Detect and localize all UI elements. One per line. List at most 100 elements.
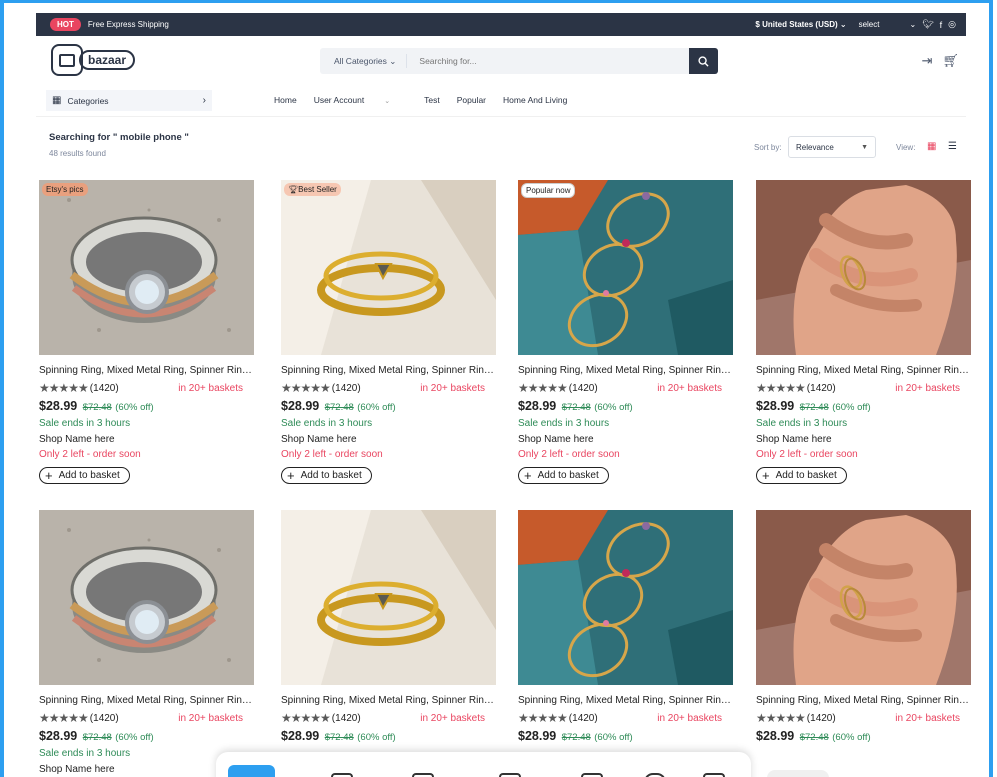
review-count: (1420)	[806, 382, 836, 394]
discount: (60% off)	[594, 402, 633, 413]
logo-text: bazaar	[79, 50, 136, 70]
search-button[interactable]	[689, 48, 718, 74]
nav-home-and-living[interactable]: Home And Living	[503, 95, 567, 105]
add-to-basket-button[interactable]: + Add to basket	[756, 467, 847, 484]
shop-name[interactable]: Shop Name here	[39, 434, 257, 449]
dock-icon[interactable]	[499, 773, 521, 777]
top-bar: HOT Free Express Shipping $ United State…	[36, 13, 966, 36]
product-card[interactable]: 🏆︎Best Seller Spinning Ring, Mixed Metal …	[281, 180, 499, 485]
page: HOT Free Express Shipping $ United State…	[19, 10, 989, 777]
star-rating: ★★★★★	[39, 711, 89, 725]
product-image[interactable]: Etsy's pics	[39, 180, 254, 355]
product-card[interactable]: Spinning Ring, Mixed Metal Ring, Spinner…	[756, 510, 974, 747]
dock-icon[interactable]	[581, 773, 603, 777]
old-price: $72.48	[561, 732, 591, 743]
add-to-basket-button[interactable]: + Add to basket	[281, 467, 372, 484]
logo-icon	[51, 44, 83, 76]
nav-links: Home User Account ⌄ Test Popular Home And…	[274, 95, 584, 105]
product-image[interactable]: Popular now	[518, 180, 733, 355]
product-title[interactable]: Spinning Ring, Mixed Metal Ring, Spinner…	[39, 363, 255, 379]
product-card[interactable]: Popular now Spinning Ring, Mixed Metal Ri…	[518, 180, 736, 485]
nav-test[interactable]: Test	[424, 95, 440, 105]
price-row: $28.99 $72.48 (60% off)	[39, 729, 257, 747]
add-to-basket-button[interactable]: + Add to basket	[518, 467, 609, 484]
grid-view-icon[interactable]: ▦	[927, 141, 936, 152]
price-row: $28.99 $72.48 (60% off)	[518, 399, 736, 417]
search-input[interactable]	[417, 55, 689, 67]
product-image[interactable]	[756, 510, 971, 685]
product-title[interactable]: Spinning Ring, Mixed Metal Ring, Spinner…	[518, 693, 734, 709]
baskets-count: in 20+ baskets	[657, 382, 722, 394]
product-title[interactable]: Spinning Ring, Mixed Metal Ring, Spinner…	[756, 363, 972, 379]
list-view-icon[interactable]: ☰	[948, 141, 957, 152]
nav-home[interactable]: Home	[274, 95, 297, 105]
product-card[interactable]: Spinning Ring, Mixed Metal Ring, Spinner…	[756, 180, 974, 485]
product-image[interactable]	[756, 180, 971, 355]
currency-selector[interactable]: $ United States (USD) ⌄	[755, 20, 846, 29]
old-price: $72.48	[324, 732, 354, 743]
price-row: $28.99 $72.48 (60% off)	[281, 399, 499, 417]
nav-popular[interactable]: Popular	[457, 95, 486, 105]
language-select[interactable]: select	[859, 20, 880, 29]
old-price: $72.48	[799, 402, 829, 413]
dock-icon[interactable]	[331, 773, 353, 777]
sale-ends: Sale ends in 3 hours	[518, 418, 610, 429]
award-icon: 🏆︎	[288, 185, 299, 194]
review-count: (1420)	[568, 382, 598, 394]
nav-user-account[interactable]: User Account ⌄	[314, 95, 407, 105]
logo[interactable]: bazaar	[51, 44, 136, 76]
product-card[interactable]: Spinning Ring, Mixed Metal Ring, Spinner…	[518, 510, 736, 747]
sort-select[interactable]: Relevance ▼	[788, 136, 876, 158]
dock-icon[interactable]	[412, 773, 434, 777]
price: $28.99	[518, 729, 557, 743]
discount: (60% off)	[115, 732, 154, 743]
search-bar: All Categories ⌄	[320, 48, 718, 74]
product-badge: Etsy's pics	[42, 183, 88, 196]
discount: (60% off)	[832, 402, 871, 413]
price: $28.99	[756, 399, 795, 413]
product-title[interactable]: Spinning Ring, Mixed Metal Ring, Spinner…	[518, 363, 734, 379]
plus-icon: +	[287, 468, 295, 483]
dock-icon[interactable]	[703, 773, 725, 777]
add-to-basket-label: Add to basket	[537, 470, 599, 481]
product-image[interactable]	[281, 510, 496, 685]
discount: (60% off)	[832, 732, 871, 743]
twitter-icon[interactable]: 🐦︎	[922, 19, 933, 30]
product-image[interactable]	[39, 510, 254, 685]
facebook-icon[interactable]: f	[940, 20, 943, 30]
discount: (60% off)	[357, 402, 396, 413]
shipping-text: Free Express Shipping	[87, 20, 169, 29]
badge-label: Popular now	[526, 186, 571, 195]
product-card[interactable]: Spinning Ring, Mixed Metal Ring, Spinner…	[39, 510, 257, 777]
product-title[interactable]: Spinning Ring, Mixed Metal Ring, Spinner…	[281, 693, 497, 709]
grid-icon: ▦	[52, 95, 62, 106]
search-category-select[interactable]: All Categories ⌄	[320, 54, 408, 68]
product-card[interactable]: Spinning Ring, Mixed Metal Ring, Spinner…	[281, 510, 499, 747]
sort-value: Relevance	[796, 142, 834, 152]
instagram-icon[interactable]: ◎	[948, 19, 956, 30]
baskets-count: in 20+ baskets	[895, 712, 960, 724]
product-image[interactable]	[518, 510, 733, 685]
product-title[interactable]: Spinning Ring, Mixed Metal Ring, Spinner…	[756, 693, 972, 709]
price-row: $28.99 $72.48 (60% off)	[518, 729, 736, 747]
dock-active-icon[interactable]	[228, 765, 275, 777]
price-row: $28.99 $72.48 (60% off)	[756, 729, 974, 747]
product-card[interactable]: Etsy's pics Spinning Ring, Mixed Metal Ri…	[39, 180, 257, 485]
browser-frame: HOT Free Express Shipping $ United State…	[0, 0, 993, 777]
login-icon[interactable]: ⇥	[922, 53, 933, 69]
add-to-basket-button[interactable]: + Add to basket	[39, 467, 130, 484]
price: $28.99	[756, 729, 795, 743]
product-title[interactable]: Spinning Ring, Mixed Metal Ring, Spinner…	[39, 693, 255, 709]
dock-icon[interactable]	[644, 773, 666, 777]
categories-button[interactable]: ▦ Categories ›	[46, 90, 212, 111]
shop-name[interactable]: Shop Name here	[518, 434, 736, 449]
review-count: (1420)	[89, 712, 119, 724]
shop-name[interactable]: Shop Name here	[756, 434, 974, 449]
product-title[interactable]: Spinning Ring, Mixed Metal Ring, Spinner…	[281, 363, 497, 379]
shop-name[interactable]: Shop Name here	[281, 434, 499, 449]
sale-ends: Sale ends in 3 hours	[39, 418, 131, 429]
product-image[interactable]: 🏆︎Best Seller	[281, 180, 496, 355]
toggle-button[interactable]	[767, 770, 829, 777]
cart-icon[interactable]: 🛒︎	[942, 53, 959, 69]
results-bar: Searching for " mobile phone " 48 result…	[36, 117, 966, 179]
